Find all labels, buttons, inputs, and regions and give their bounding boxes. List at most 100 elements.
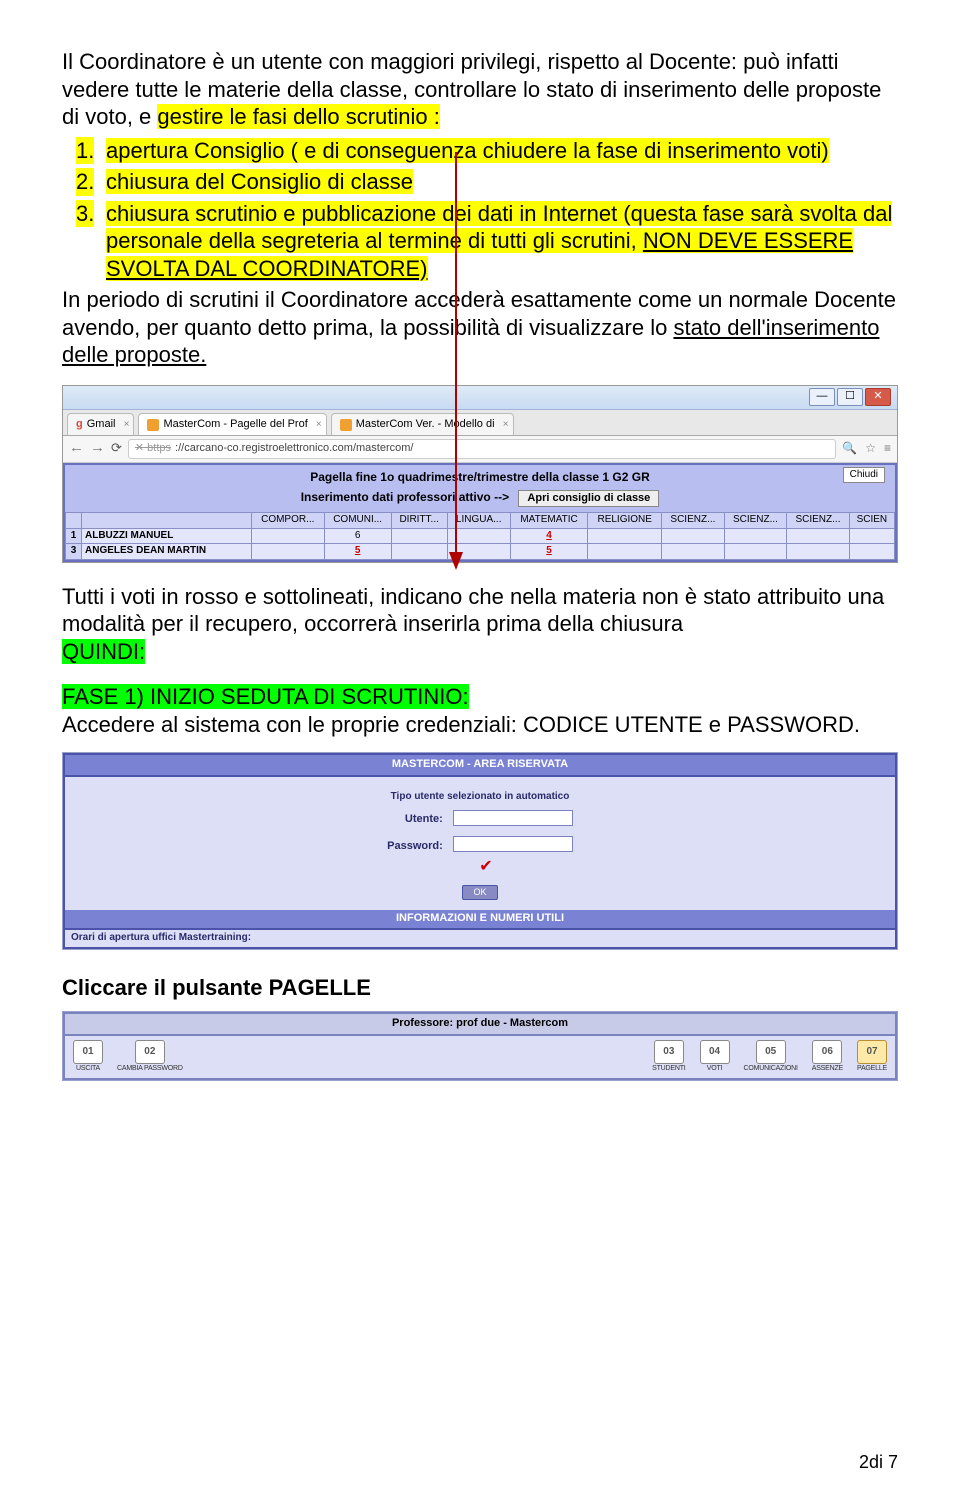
phase-num-2: 2. bbox=[76, 168, 94, 196]
fase1-text: Accedere al sistema con le proprie crede… bbox=[62, 712, 860, 737]
url-text: ://carcano-co.registroelettronico.com/ma… bbox=[175, 442, 413, 456]
toolbar-label: ASSENZE bbox=[812, 1065, 843, 1074]
grade-cell[interactable] bbox=[724, 528, 787, 544]
toolbar-button-uscita[interactable]: 01USCITA bbox=[73, 1040, 103, 1074]
url-input[interactable]: ✕ bttps ://carcano-co.registroelettronic… bbox=[128, 439, 836, 459]
ok-row: ✔ OK bbox=[75, 861, 885, 906]
table-row[interactable]: 1ALBUZZI MANUEL 6 4 bbox=[66, 528, 895, 544]
grade-cell[interactable] bbox=[252, 528, 325, 544]
screenshot-toolbar: Professore: prof due - Mastercom 01USCIT… bbox=[62, 1011, 898, 1081]
phase-num-1: 1. bbox=[76, 137, 94, 165]
grade-cell[interactable] bbox=[447, 544, 510, 560]
addrbar-right: 🔍 ☆ ≡ bbox=[842, 441, 891, 456]
browser-tab-gmail[interactable]: g Gmail × bbox=[67, 413, 134, 435]
nav-back-icon[interactable]: ← bbox=[69, 439, 84, 458]
student-name: ALBUZZI MANUEL bbox=[82, 528, 252, 544]
tab-close-icon[interactable]: × bbox=[316, 419, 322, 432]
reload-icon[interactable]: ⟳ bbox=[111, 440, 122, 456]
red-grades-paragraph: Tutti i voti in rosso e sottolineati, in… bbox=[62, 583, 898, 666]
toolbar-label: COMUNICAZIONI bbox=[744, 1065, 798, 1074]
mastercom-icon bbox=[147, 419, 159, 431]
grade-cell[interactable] bbox=[724, 544, 787, 560]
grade-cell[interactable] bbox=[787, 528, 850, 544]
toolbar-icon: 04 bbox=[700, 1040, 730, 1064]
grade-cell[interactable] bbox=[588, 544, 662, 560]
pagella-header: Pagella fine 1o quadrimestre/trimestre d… bbox=[65, 467, 895, 488]
phase-text-1: apertura Consiglio ( e di conseguenza ch… bbox=[106, 138, 829, 163]
table-row[interactable]: 3ANGELES DEAN MARTIN55 bbox=[66, 544, 895, 560]
red-grades-text: Tutti i voti in rosso e sottolineati, in… bbox=[62, 584, 884, 637]
window-min-button[interactable]: — bbox=[809, 388, 835, 406]
toolbar-button-voti[interactable]: 04VOTI bbox=[700, 1040, 730, 1074]
grade-cell[interactable] bbox=[447, 528, 510, 544]
user-label: Utente: bbox=[383, 808, 447, 833]
toolbar-label: STUDENTI bbox=[652, 1065, 685, 1074]
row-index: 1 bbox=[66, 528, 82, 544]
chiudi-button[interactable]: Chiudi bbox=[843, 467, 885, 484]
grade-cell[interactable] bbox=[662, 528, 725, 544]
grade-cell[interactable]: 5 bbox=[324, 544, 391, 560]
grade-cell[interactable] bbox=[252, 544, 325, 560]
grade-cell[interactable] bbox=[787, 544, 850, 560]
grades-table: COMPOR... COMUNI... DIRITT... LINGUA... … bbox=[65, 512, 895, 560]
grade-cell[interactable] bbox=[391, 544, 447, 560]
toolbar-icon: 06 bbox=[812, 1040, 842, 1064]
phase-item-3: 3. chiusura scrutinio e pubblicazione de… bbox=[106, 200, 898, 283]
col-header: SCIENZ... bbox=[787, 513, 850, 529]
window-close-button[interactable]: ✕ bbox=[865, 388, 891, 406]
tab-close-icon[interactable]: × bbox=[124, 419, 130, 432]
click-pagelle-paragraph: Cliccare il pulsante PAGELLE bbox=[62, 974, 898, 1002]
toolbar-label: CAMBIA PASSWORD bbox=[117, 1065, 183, 1074]
window-max-button[interactable]: ☐ bbox=[837, 388, 863, 406]
toolbar-button-assenze[interactable]: 06ASSENZE bbox=[812, 1040, 843, 1074]
intro-paragraph: Il Coordinatore è un utente con maggiori… bbox=[62, 48, 898, 131]
grade-cell[interactable]: 5 bbox=[510, 544, 587, 560]
ok-button[interactable]: OK bbox=[462, 885, 497, 900]
mastercom-icon bbox=[340, 419, 352, 431]
toolbar-label: USCITA bbox=[76, 1065, 100, 1074]
pass-label: Password: bbox=[383, 834, 447, 859]
toolbar-button-pagelle[interactable]: 07PAGELLE bbox=[857, 1040, 887, 1074]
nav-forward-icon[interactable]: → bbox=[90, 439, 105, 458]
toolbar-icon: 03 bbox=[654, 1040, 684, 1064]
grade-cell[interactable]: 4 bbox=[510, 528, 587, 544]
phase-list: 1. apertura Consiglio ( e di conseguenza… bbox=[62, 137, 898, 283]
tab-label-modello: MasterCom Ver. - Modello di bbox=[356, 418, 495, 432]
user-input[interactable] bbox=[453, 810, 573, 826]
browser-tab-pagelle[interactable]: MasterCom - Pagelle del Prof × bbox=[138, 413, 326, 435]
quindi-label: QUINDI: bbox=[62, 639, 145, 664]
grade-cell[interactable] bbox=[849, 544, 894, 560]
login-autotype-label: Tipo utente selezionato in automatico bbox=[383, 789, 577, 806]
pagella-panel: Chiudi Pagella fine 1o quadrimestre/trim… bbox=[63, 463, 897, 562]
apri-consiglio-button[interactable]: Apri consiglio di classe bbox=[518, 490, 659, 508]
grade-cell[interactable] bbox=[391, 528, 447, 544]
check-icon: ✔ bbox=[479, 858, 492, 875]
menu-icon[interactable]: ≡ bbox=[884, 441, 891, 456]
pagella-subheader: Inserimento dati professori attivo --> A… bbox=[65, 488, 895, 513]
sub-text: Inserimento dati professori attivo --> bbox=[301, 490, 509, 504]
toolbar-button-studenti[interactable]: 03STUDENTI bbox=[652, 1040, 685, 1074]
grade-cell[interactable]: 6 bbox=[324, 528, 391, 544]
col-header: SCIEN bbox=[849, 513, 894, 529]
browser-tabbar: g Gmail × MasterCom - Pagelle del Prof ×… bbox=[63, 410, 897, 436]
grades-header-row: COMPOR... COMUNI... DIRITT... LINGUA... … bbox=[66, 513, 895, 529]
toolbar-icon: 05 bbox=[756, 1040, 786, 1064]
tab-close-icon[interactable]: × bbox=[503, 419, 509, 432]
intro-highlight-1: gestire le fasi dello scrutinio : bbox=[157, 104, 439, 129]
toolbar-button-cambia-password[interactable]: 02CAMBIA PASSWORD bbox=[117, 1040, 183, 1074]
zoom-icon[interactable]: 🔍 bbox=[842, 441, 857, 456]
fase1-title: FASE 1) INIZIO SEDUTA DI SCRUTINIO: bbox=[62, 684, 469, 709]
pass-input[interactable] bbox=[453, 836, 573, 852]
phase-num-3: 3. bbox=[76, 200, 94, 228]
grade-cell[interactable] bbox=[849, 528, 894, 544]
toolbar-icon: 07 bbox=[857, 1040, 887, 1064]
browser-tab-modello[interactable]: MasterCom Ver. - Modello di × bbox=[331, 413, 514, 435]
window-titlebar: — ☐ ✕ bbox=[63, 386, 897, 410]
screenshot-pagella: — ☐ ✕ g Gmail × MasterCom - Pagelle del … bbox=[62, 385, 898, 563]
grade-cell[interactable] bbox=[588, 528, 662, 544]
grade-cell[interactable] bbox=[662, 544, 725, 560]
star-icon[interactable]: ☆ bbox=[865, 441, 876, 456]
toolbar-button-comunicazioni[interactable]: 05COMUNICAZIONI bbox=[744, 1040, 798, 1074]
login-body: Tipo utente selezionato in automatico Ut… bbox=[63, 777, 897, 910]
tab-label-pagelle: MasterCom - Pagelle del Prof bbox=[163, 418, 307, 432]
